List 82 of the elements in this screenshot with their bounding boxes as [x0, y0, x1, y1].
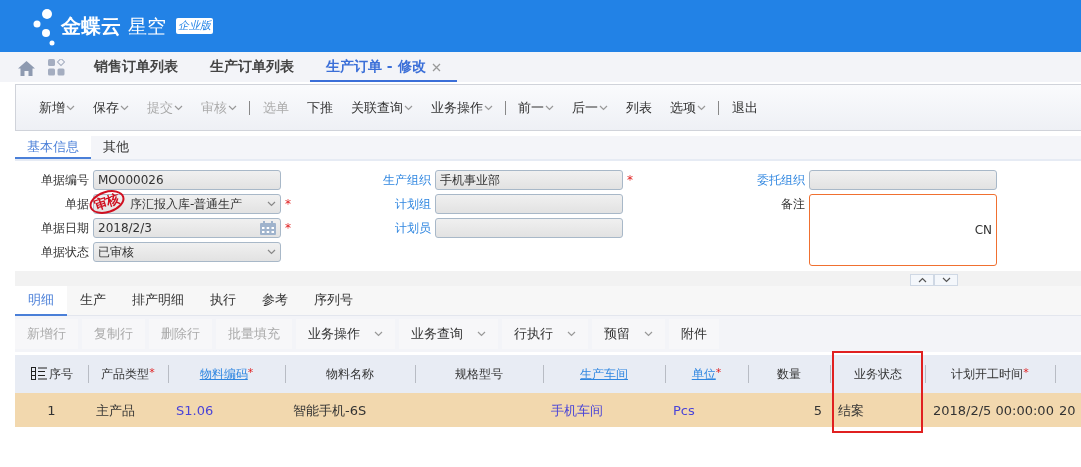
toolbar-button[interactable]: 业务操作	[421, 97, 502, 118]
toolbar-button[interactable]: 业务操作	[296, 319, 395, 349]
column-header: 数量	[777, 367, 801, 382]
tab[interactable]: 生产订单列表	[194, 52, 310, 82]
input-field[interactable]: 手机事业部	[435, 170, 623, 190]
field-label[interactable]: 计划员	[355, 218, 431, 238]
toolbar-button[interactable]: 下推	[297, 97, 342, 118]
table-cell: 20	[1059, 402, 1076, 418]
field-label: 单据	[64, 196, 89, 213]
tab[interactable]: 参考	[249, 286, 301, 316]
field-label[interactable]: 委托组织	[735, 170, 805, 190]
table-cell: 主产品	[96, 402, 135, 418]
toolbar-button[interactable]: 选项	[661, 97, 715, 118]
toolbar-button[interactable]: 退出	[722, 97, 767, 118]
table-row[interactable]: 1 主产品 S1.06 智能手机-6S 手机车间 Pcs 5 结案 2018/2/5 00:00:00 20	[15, 393, 1081, 428]
close-icon[interactable]	[432, 62, 442, 72]
date-field[interactable]: 2018/2/3	[93, 218, 281, 238]
tab[interactable]: 销售订单列表	[78, 52, 194, 82]
table-cell: 智能手机-6S	[293, 402, 367, 418]
toolbar-button[interactable]: 业务查询	[399, 319, 498, 349]
table-cell[interactable]: 手机车间	[551, 402, 603, 418]
apps-icon[interactable]	[48, 58, 65, 76]
dropdown-icon	[267, 249, 276, 255]
tab[interactable]: 其他	[91, 136, 141, 159]
toolbar-button[interactable]: 列表	[617, 97, 661, 118]
column-header: 规格型号	[455, 367, 503, 382]
input-field[interactable]	[435, 218, 623, 238]
edition-badge: 企业版	[175, 17, 213, 35]
collapse-button[interactable]	[910, 274, 934, 286]
required-mark: *	[247, 366, 254, 380]
toolbar-button[interactable]: 关联查询	[341, 97, 422, 118]
calendar-icon[interactable]	[260, 221, 276, 235]
tab[interactable]: 排产明细	[119, 286, 197, 316]
dropdown-icon	[267, 201, 276, 207]
column-header: 物料名称	[326, 367, 374, 382]
toolbar-button[interactable]: 保存	[84, 97, 138, 118]
table-cell: 结案	[838, 402, 864, 418]
table-cell[interactable]: Pcs	[673, 402, 695, 418]
column-settings-icon[interactable]	[30, 367, 47, 381]
toolbar-button[interactable]: 前一	[509, 97, 563, 118]
field-label[interactable]: 生产组织	[355, 170, 431, 190]
tab[interactable]: 序列号	[301, 286, 366, 316]
column-header: 业务状态	[853, 367, 902, 382]
field-label: 单据状态	[40, 244, 89, 261]
table-cell: 1	[47, 402, 56, 418]
product-name: 星空	[127, 13, 166, 39]
tab[interactable]: 执行	[197, 286, 249, 316]
required-mark: *	[149, 366, 155, 380]
toolbar-button[interactable]: 行执行	[502, 319, 588, 349]
field-label: 单据编号	[40, 172, 89, 189]
select-field[interactable]: 已审核	[93, 242, 281, 262]
toolbar-button[interactable]: 预留	[592, 319, 665, 349]
column-header: 产品类型	[101, 367, 150, 382]
toolbar-button[interactable]: 新增	[30, 97, 84, 118]
expand-button[interactable]	[934, 274, 958, 286]
tab[interactable]: 生产订单 - 修改	[310, 52, 458, 82]
toolbar-button[interactable]: 附件	[669, 319, 719, 349]
required-mark: *	[1023, 366, 1029, 380]
home-icon[interactable]	[18, 60, 35, 76]
input-field[interactable]	[809, 170, 997, 190]
toolbar-button[interactable]: 后一	[563, 97, 617, 118]
field-label: 单据日期	[40, 220, 89, 237]
collapse-icon	[917, 277, 927, 283]
text-area[interactable]: CN	[809, 194, 997, 266]
expand-icon	[941, 277, 951, 283]
field-label[interactable]: 计划组	[355, 194, 431, 214]
column-header: 序号	[48, 367, 73, 382]
required-mark: *	[715, 366, 722, 380]
brand-name: 金蝶云	[61, 13, 122, 40]
table-cell: 5	[813, 402, 822, 418]
input-field[interactable]: MO000026	[93, 170, 281, 190]
field-label: 备注	[780, 196, 805, 213]
table-cell: 2018/2/5 00:00:00	[933, 402, 1054, 418]
required-mark: *	[285, 196, 292, 213]
tab[interactable]: 明细	[15, 286, 67, 316]
tab[interactable]: 生产	[67, 286, 119, 316]
tab[interactable]: 基本信息	[15, 136, 91, 159]
column-header: 计划开工时间	[951, 367, 1024, 382]
input-field[interactable]	[435, 194, 623, 214]
required-mark: *	[627, 172, 634, 189]
table-cell[interactable]: S1.06	[176, 402, 214, 418]
required-mark: *	[285, 220, 292, 237]
